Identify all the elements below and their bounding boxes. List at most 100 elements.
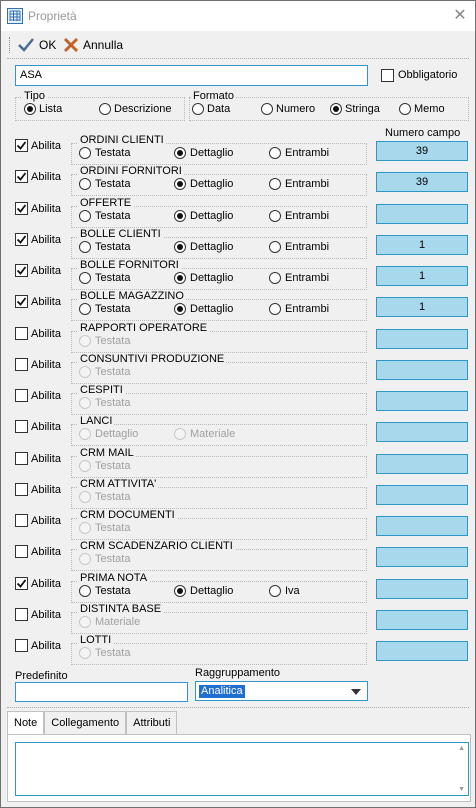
document-type-title: BOLLE MAGAZZINO [78, 290, 186, 302]
bottom-divider [7, 707, 469, 708]
numero-campo-field[interactable] [376, 360, 468, 380]
option-radio-dettaglio[interactable] [174, 147, 186, 159]
document-type-title: LANCI [78, 415, 115, 427]
abilita-checkbox[interactable] [15, 358, 28, 371]
abilita-label: Abilita [31, 421, 61, 433]
formato-radio-data[interactable] [192, 103, 204, 115]
option-radio-testata[interactable] [79, 303, 91, 315]
abilita-label: Abilita [31, 265, 61, 277]
option-radio-dettaglio[interactable] [174, 210, 186, 222]
tab-collegamento[interactable]: Collegamento [44, 711, 127, 735]
numero-campo-field[interactable]: 1 [376, 297, 468, 317]
abilita-checkbox[interactable] [15, 264, 28, 277]
option-radio-dettaglio [79, 428, 91, 440]
option-label-testata: Testata [95, 272, 131, 284]
numero-campo-field[interactable]: 1 [376, 266, 468, 286]
option-radio-testata[interactable] [79, 241, 91, 253]
option-radio-testata [79, 366, 91, 378]
option-radio-testata [79, 647, 91, 659]
note-textarea[interactable]: ▲ ▼ [15, 742, 469, 796]
option-label-entrambi: Entrambi [285, 303, 330, 315]
option-radio-dettaglio[interactable] [174, 178, 186, 190]
numero-campo-header: Numero campo [385, 127, 461, 139]
numero-campo-field[interactable] [376, 610, 468, 630]
chevron-down-icon[interactable] [351, 689, 361, 695]
option-radio-entrambi[interactable] [269, 178, 281, 190]
abilita-label: Abilita [31, 515, 61, 527]
numero-campo-field[interactable]: 39 [376, 172, 468, 192]
formato-radio-stringa[interactable] [330, 103, 342, 115]
option-radio-dettaglio[interactable] [174, 585, 186, 597]
predefinito-input[interactable] [15, 682, 188, 702]
toolbar-divider [7, 58, 469, 59]
abilita-checkbox[interactable] [15, 389, 28, 402]
abilita-checkbox[interactable] [15, 577, 28, 590]
tab-attributi[interactable]: Attributi [126, 711, 178, 735]
option-label-testata: Testata [95, 647, 131, 659]
option-label-testata: Testata [95, 522, 131, 534]
numero-campo-field[interactable] [376, 641, 468, 661]
tipo-label-descrizione: Descrizione [114, 103, 172, 115]
numero-campo-field[interactable] [376, 485, 468, 505]
option-radio-testata[interactable] [79, 147, 91, 159]
abilita-checkbox[interactable] [15, 452, 28, 465]
close-icon[interactable]: ✕ [445, 1, 475, 31]
check-icon [16, 235, 27, 244]
tipo-label-lista: Lista [39, 103, 63, 115]
abilita-checkbox[interactable] [15, 514, 28, 527]
option-radio-testata[interactable] [79, 272, 91, 284]
numero-campo-field[interactable] [376, 579, 468, 599]
numero-campo-field[interactable] [376, 547, 468, 567]
option-radio-dettaglio[interactable] [174, 241, 186, 253]
cancel-button[interactable]: Annulla [63, 36, 123, 54]
raggruppamento-select[interactable]: Analitica [195, 681, 368, 701]
option-radio-entrambi[interactable] [269, 272, 281, 284]
ok-button[interactable]: OK [17, 36, 56, 54]
option-radio-entrambi[interactable] [269, 210, 281, 222]
tipo-radio-descrizione[interactable] [99, 103, 111, 115]
numero-campo-field[interactable]: 39 [376, 141, 468, 161]
abilita-checkbox[interactable] [15, 139, 28, 152]
option-radio-testata[interactable] [79, 585, 91, 597]
tab-note[interactable]: Note [7, 711, 45, 735]
scroll-up-icon[interactable]: ▲ [458, 745, 465, 752]
tipo-radio-lista[interactable] [24, 103, 36, 115]
option-radio-entrambi[interactable] [269, 147, 281, 159]
abilita-checkbox[interactable] [15, 608, 28, 621]
abilita-label: Abilita [31, 484, 61, 496]
abilita-checkbox[interactable] [15, 233, 28, 246]
option-radio-dettaglio[interactable] [174, 303, 186, 315]
option-radio-dettaglio[interactable] [174, 272, 186, 284]
abilita-checkbox[interactable] [15, 639, 28, 652]
cancel-x-icon [63, 37, 79, 53]
option-radio-testata[interactable] [79, 210, 91, 222]
abilita-checkbox[interactable] [15, 420, 28, 433]
abilita-checkbox[interactable] [15, 170, 28, 183]
abilita-checkbox[interactable] [15, 202, 28, 215]
numero-campo-field[interactable] [376, 204, 468, 224]
formato-radio-memo[interactable] [399, 103, 411, 115]
document-type-title: CONSUNTIVI PRODUZIONE [78, 353, 227, 365]
obbligatorio-checkbox[interactable] [381, 69, 394, 82]
numero-campo-field[interactable] [376, 422, 468, 442]
option-radio-iva[interactable] [269, 585, 281, 597]
formato-radio-numero[interactable] [261, 103, 273, 115]
abilita-checkbox[interactable] [15, 327, 28, 340]
numero-campo-field[interactable]: 1 [376, 235, 468, 255]
option-radio-entrambi[interactable] [269, 241, 281, 253]
name-input[interactable]: ASA [15, 65, 368, 86]
option-radio-entrambi[interactable] [269, 303, 281, 315]
scroll-down-icon[interactable]: ▼ [458, 786, 465, 793]
option-label-testata: Testata [95, 303, 131, 315]
option-radio-testata[interactable] [79, 178, 91, 190]
document-type-title: ORDINI CLIENTI [78, 134, 166, 146]
window-title: Proprietà [28, 9, 77, 23]
numero-campo-field[interactable] [376, 329, 468, 349]
abilita-checkbox[interactable] [15, 545, 28, 558]
abilita-checkbox[interactable] [15, 295, 28, 308]
document-type-title: CRM MAIL [78, 447, 136, 459]
numero-campo-field[interactable] [376, 391, 468, 411]
abilita-checkbox[interactable] [15, 483, 28, 496]
numero-campo-field[interactable] [376, 454, 468, 474]
numero-campo-field[interactable] [376, 516, 468, 536]
